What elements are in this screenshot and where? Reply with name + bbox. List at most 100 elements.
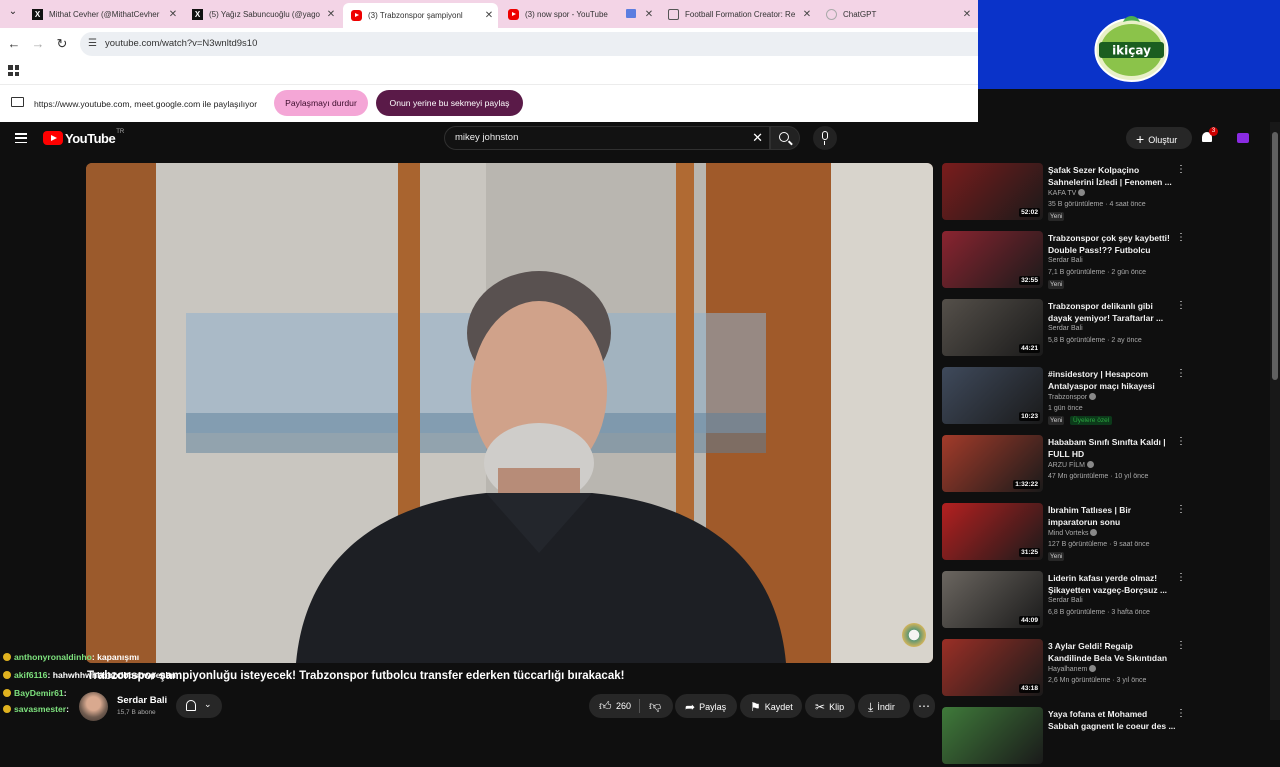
recommended-video-title[interactable]: İbrahim Tatlıses | Bir imparatorun sonu <box>1048 504 1178 528</box>
voice-search-button[interactable] <box>813 126 837 150</box>
recommended-channel[interactable]: Serdar Bali <box>1048 597 1083 604</box>
video-thumbnail[interactable]: 44:09 <box>942 571 1043 628</box>
page-scrollbar[interactable] <box>1270 122 1280 720</box>
close-tab-icon[interactable]: ✕ <box>642 9 656 20</box>
channel-name[interactable]: Serdar Bali <box>117 695 167 706</box>
reload-icon[interactable]: ↻ <box>54 36 70 52</box>
browser-tab[interactable]: (3) Trabzonspor şampiyonl ✕ <box>343 3 498 28</box>
recommended-video[interactable]: 43:18 3 Aylar Geldi! Regaip Kandilinde Be… <box>942 639 1192 699</box>
recommended-video[interactable]: 1:32:22 Hababam Sınıfı Sınıfta Kaldı | FU… <box>942 435 1192 495</box>
create-button[interactable]: + Oluştur <box>1126 127 1192 149</box>
recommended-video[interactable]: 32:55 Trabzonspor çok şey kaybetti! Doubl… <box>942 231 1192 291</box>
close-tab-icon[interactable]: ✕ <box>166 9 180 20</box>
video-thumbnail[interactable] <box>942 707 1043 764</box>
recommended-video-title[interactable]: Liderin kafası yerde olmaz! Şikayetten v… <box>1048 572 1178 596</box>
back-arrow-icon[interactable]: ← <box>6 36 22 52</box>
dislike-icon[interactable]: 👎︎ <box>649 694 661 718</box>
more-options-icon[interactable]: ⋮ <box>1176 300 1186 314</box>
more-options-icon[interactable]: ⋮ <box>1176 504 1186 518</box>
video-duration: 1:32:22 <box>1013 480 1040 489</box>
ad-banner[interactable]: ikiçay <box>978 0 1280 89</box>
share-this-tab-button[interactable]: Onun yerine bu sekmeyi paylaş <box>376 90 523 116</box>
recommended-channel[interactable]: KAFA TV <box>1048 189 1086 197</box>
download-button[interactable]: ⤓ İndir <box>858 694 910 718</box>
verified-icon <box>1078 189 1086 196</box>
recommended-channel[interactable]: Mind Vorteks <box>1048 529 1098 537</box>
recommended-channel[interactable]: Serdar Bali <box>1048 325 1083 332</box>
youtube-logo[interactable]: YouTube TR <box>43 129 124 146</box>
tab-search-dropdown-icon[interactable]: ⌄ <box>4 6 22 22</box>
recommended-video[interactable]: 44:21 Trabzonspor delikanlı gibi dayak ye… <box>942 299 1192 359</box>
like-icon[interactable]: 👍︎ <box>599 694 612 718</box>
chat-username: savasmester <box>14 704 67 714</box>
more-options-icon[interactable]: ⋮ <box>1176 640 1186 654</box>
more-actions-icon[interactable]: ⋯ <box>913 694 935 718</box>
menu-icon[interactable] <box>15 133 27 143</box>
clip-button[interactable]: ✂ Klip <box>805 694 855 718</box>
video-thumbnail[interactable]: 43:18 <box>942 639 1043 696</box>
search-input[interactable]: mikey johnston ✕ <box>444 126 770 150</box>
recommended-video[interactable]: Yaya fofana et Mohamed Sabbah gagnent le… <box>942 707 1192 767</box>
like-count[interactable]: 260 <box>616 694 631 718</box>
recommended-video[interactable]: 31:25 İbrahim Tatlıses | Bir imparatorun … <box>942 503 1192 563</box>
browser-tab[interactable]: ChatGPT ✕ <box>818 3 976 25</box>
forward-arrow-icon[interactable]: → <box>30 36 46 52</box>
site-info-icon[interactable]: ☰ <box>88 38 100 50</box>
recommended-channel[interactable]: ARZU FİLM <box>1048 461 1094 469</box>
search-button[interactable] <box>770 126 800 150</box>
more-options-icon[interactable]: ⋮ <box>1176 368 1186 382</box>
recommended-video-title[interactable]: #insidestory | Hesapcom Antalyaspor maçı… <box>1048 368 1178 392</box>
video-player[interactable] <box>86 163 933 663</box>
recommended-channel[interactable]: Trabzonspor <box>1048 393 1097 401</box>
recommended-video-title[interactable]: 3 Aylar Geldi! Regaip Kandilinde Bela Ve… <box>1048 640 1178 664</box>
recommended-video-title[interactable]: Şafak Sezer Kolpaçino Sahnelerini İzledi… <box>1048 164 1178 188</box>
recommended-video[interactable]: 44:09 Liderin kafası yerde olmaz! Şikayet… <box>942 571 1192 631</box>
recommended-video-title[interactable]: Trabzonspor çok şey kaybetti! Double Pas… <box>1048 232 1178 256</box>
divider <box>639 699 640 713</box>
account-avatar[interactable] <box>1237 133 1249 143</box>
video-thumbnail[interactable]: 52:02 <box>942 163 1043 220</box>
close-tab-icon[interactable]: ✕ <box>960 9 974 20</box>
recommended-video[interactable]: 10:23 #insidestory | Hesapcom Antalyaspor… <box>942 367 1192 427</box>
more-options-icon[interactable]: ⋮ <box>1176 436 1186 450</box>
recommended-channel[interactable]: Hayalhanem <box>1048 665 1097 673</box>
video-thumbnail[interactable]: 31:25 <box>942 503 1043 560</box>
subscription-bell-button[interactable]: ⌄ <box>176 694 222 718</box>
recommended-video-title[interactable]: Yaya fofana et Mohamed Sabbah gagnent le… <box>1048 708 1178 732</box>
clear-search-icon[interactable]: ✕ <box>752 130 763 146</box>
save-button[interactable]: ⚑ Kaydet <box>740 694 802 718</box>
channel-watermark[interactable] <box>902 623 926 647</box>
x-logo-icon: X <box>192 8 203 20</box>
recommended-channel[interactable]: Serdar Bali <box>1048 257 1083 264</box>
recommended-video[interactable]: 52:02 Şafak Sezer Kolpaçino Sahnelerini İ… <box>942 163 1192 223</box>
video-thumbnail[interactable]: 32:55 <box>942 231 1043 288</box>
more-options-icon[interactable]: ⋮ <box>1176 232 1186 246</box>
browser-tab[interactable]: Football Formation Creator: Re ✕ <box>660 3 816 25</box>
recommended-video-title[interactable]: Trabzonspor delikanlı gibi dayak yemiyor… <box>1048 300 1178 324</box>
close-tab-icon[interactable]: ✕ <box>482 10 496 21</box>
video-thumbnail[interactable]: 44:21 <box>942 299 1043 356</box>
address-bar[interactable]: ☰ youtube.com/watch?v=N3wnltd9s10 <box>80 32 978 56</box>
youtube-play-icon <box>43 131 63 145</box>
more-options-icon[interactable]: ⋮ <box>1176 572 1186 586</box>
scrollbar-thumb[interactable] <box>1272 132 1278 380</box>
recommended-meta: 35 B görüntüleme · 4 saat önce <box>1048 201 1146 208</box>
apps-grid-icon[interactable] <box>8 65 19 76</box>
channel-avatar[interactable] <box>79 692 108 721</box>
search-query[interactable]: mikey johnston <box>455 132 518 143</box>
share-button[interactable]: ➦ Paylaş <box>675 694 737 718</box>
more-options-icon[interactable]: ⋮ <box>1176 164 1186 178</box>
close-tab-icon[interactable]: ✕ <box>324 9 338 20</box>
browser-tab[interactable]: X Mithat Cevher (@MithatCevher ✕ <box>24 3 182 25</box>
stop-sharing-button[interactable]: Paylaşmayı durdur <box>274 90 368 116</box>
recommended-video-title[interactable]: Hababam Sınıfı Sınıfta Kaldı | FULL HD <box>1048 436 1178 460</box>
video-thumbnail[interactable]: 10:23 <box>942 367 1043 424</box>
browser-tab[interactable]: X (5) Yağız Sabuncuoğlu (@yago ✕ <box>184 3 340 25</box>
video-thumbnail[interactable]: 1:32:22 <box>942 435 1043 492</box>
tab-group-icon[interactable] <box>626 9 636 18</box>
chat-text: : kapanışmı <box>91 652 140 662</box>
bookmarks-bar <box>0 60 978 84</box>
recommended-meta: 6,8 B görüntüleme · 3 hafta önce <box>1048 609 1150 616</box>
url-text[interactable]: youtube.com/watch?v=N3wnltd9s10 <box>105 38 257 49</box>
close-tab-icon[interactable]: ✕ <box>800 9 814 20</box>
